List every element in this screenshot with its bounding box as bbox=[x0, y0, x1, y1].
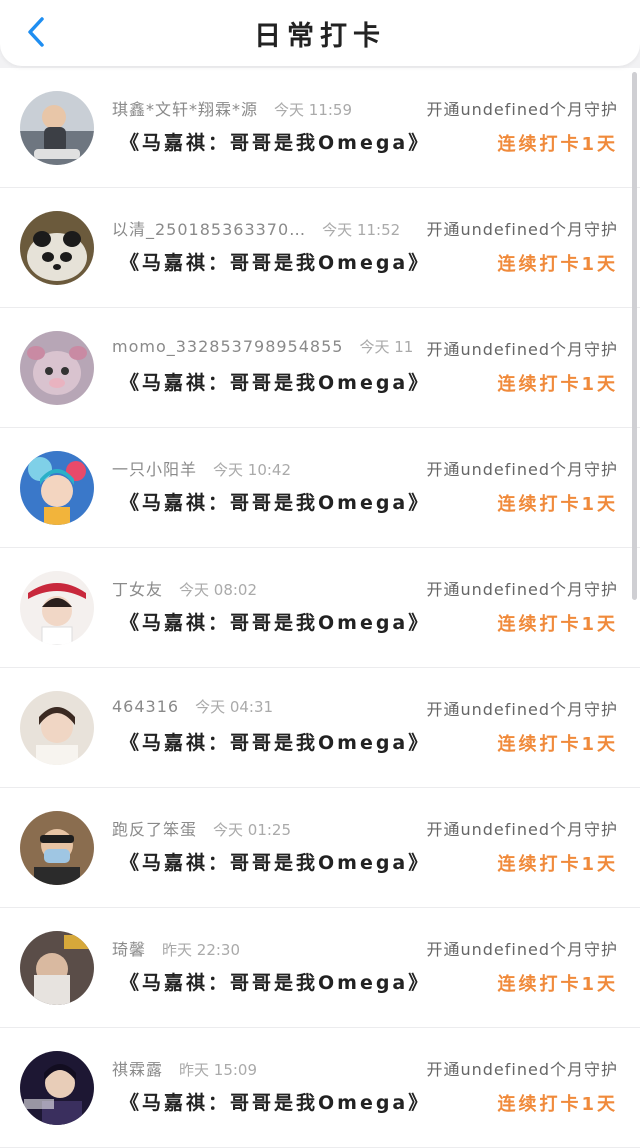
row-meta: 以清_250185363370… 今天 11:52 bbox=[112, 216, 412, 240]
avatar[interactable] bbox=[20, 1051, 94, 1125]
avatar[interactable] bbox=[20, 451, 94, 525]
post-time: 今天 01:25 bbox=[213, 821, 292, 839]
streak-badge: 连续打卡1天 bbox=[497, 614, 618, 635]
streak-badge: 连续打卡1天 bbox=[497, 254, 618, 275]
avatar[interactable] bbox=[20, 331, 94, 405]
checkin-row[interactable]: 丁女友 今天 08:02 开通undefined个月守护 《马嘉祺：哥哥是我Ome… bbox=[0, 548, 640, 668]
streak-badge: 连续打卡1天 bbox=[497, 494, 618, 515]
post-time: 今天 11:59 bbox=[274, 101, 353, 119]
streak-badge: 连续打卡1天 bbox=[497, 374, 618, 395]
checkin-row[interactable]: 祺霖露 昨天 15:09 开通undefined个月守护 《马嘉祺：哥哥是我Ome… bbox=[0, 1028, 640, 1148]
username[interactable]: 跑反了笨蛋 bbox=[112, 820, 197, 839]
avatar[interactable] bbox=[20, 691, 94, 765]
post-title[interactable]: 《马嘉祺：哥哥是我Omega》 bbox=[120, 608, 430, 635]
streak-badge: 连续打卡1天 bbox=[497, 854, 618, 875]
guard-status: 开通undefined个月守护 bbox=[426, 220, 618, 239]
row-meta: 祺霖露 昨天 15:09 bbox=[112, 1056, 412, 1080]
page-title: 日常打卡 bbox=[254, 21, 386, 52]
row-meta: 琪鑫*文轩*翔霖*源 今天 11:59 bbox=[112, 96, 412, 120]
streak-badge: 连续打卡1天 bbox=[497, 734, 618, 755]
row-meta: 琦馨 昨天 22:30 bbox=[112, 936, 412, 960]
row-meta: 464316 今天 04:31 bbox=[112, 696, 412, 717]
guard-status: 开通undefined个月守护 bbox=[426, 700, 618, 719]
streak-badge: 连续打卡1天 bbox=[497, 134, 618, 155]
post-title[interactable]: 《马嘉祺：哥哥是我Omega》 bbox=[120, 1088, 430, 1115]
guard-status: 开通undefined个月守护 bbox=[426, 1060, 618, 1079]
username[interactable]: 琦馨 bbox=[112, 940, 146, 959]
guard-status: 开通undefined个月守护 bbox=[426, 340, 618, 359]
scrollbar[interactable] bbox=[632, 72, 637, 600]
username[interactable]: 琪鑫*文轩*翔霖*源 bbox=[112, 100, 258, 119]
username[interactable]: momo_332853798954855 bbox=[112, 337, 343, 356]
row-meta: momo_332853798954855 今天 11:02 bbox=[112, 336, 412, 357]
username[interactable]: 一只小阳羊 bbox=[112, 460, 197, 479]
post-time: 昨天 22:30 bbox=[162, 941, 241, 959]
checkin-row[interactable]: 跑反了笨蛋 今天 01:25 开通undefined个月守护 《马嘉祺：哥哥是我O… bbox=[0, 788, 640, 908]
row-meta: 丁女友 今天 08:02 bbox=[112, 576, 412, 600]
row-meta: 跑反了笨蛋 今天 01:25 bbox=[112, 816, 412, 840]
checkin-list: 琪鑫*文轩*翔霖*源 今天 11:59 开通undefined个月守护 《马嘉祺：… bbox=[0, 68, 640, 1148]
post-time: 今天 11:02 bbox=[359, 338, 412, 356]
checkin-row[interactable]: 琪鑫*文轩*翔霖*源 今天 11:59 开通undefined个月守护 《马嘉祺：… bbox=[0, 68, 640, 188]
checkin-row[interactable]: 以清_250185363370… 今天 11:52 开通undefined个月守护… bbox=[0, 188, 640, 308]
guard-status: 开通undefined个月守护 bbox=[426, 580, 618, 599]
top-bar: 日常打卡 bbox=[0, 0, 640, 66]
post-title[interactable]: 《马嘉祺：哥哥是我Omega》 bbox=[120, 128, 430, 155]
avatar[interactable] bbox=[20, 91, 94, 165]
username[interactable]: 祺霖露 bbox=[112, 1060, 163, 1079]
guard-status: 开通undefined个月守护 bbox=[426, 940, 618, 959]
checkin-row[interactable]: momo_332853798954855 今天 11:02 开通undefined… bbox=[0, 308, 640, 428]
post-title[interactable]: 《马嘉祺：哥哥是我Omega》 bbox=[120, 728, 430, 755]
post-time: 今天 08:02 bbox=[179, 581, 258, 599]
username[interactable]: 以清_250185363370… bbox=[112, 220, 306, 239]
streak-badge: 连续打卡1天 bbox=[497, 974, 618, 995]
guard-status: 开通undefined个月守护 bbox=[426, 100, 618, 119]
username[interactable]: 丁女友 bbox=[112, 580, 163, 599]
avatar[interactable] bbox=[20, 811, 94, 885]
post-title[interactable]: 《马嘉祺：哥哥是我Omega》 bbox=[120, 488, 430, 515]
streak-badge: 连续打卡1天 bbox=[497, 1094, 618, 1115]
avatar[interactable] bbox=[20, 211, 94, 285]
username[interactable]: 464316 bbox=[112, 697, 179, 716]
post-title[interactable]: 《马嘉祺：哥哥是我Omega》 bbox=[120, 368, 430, 395]
post-time: 今天 04:31 bbox=[195, 698, 274, 716]
avatar[interactable] bbox=[20, 571, 94, 645]
post-time: 昨天 15:09 bbox=[179, 1061, 258, 1079]
post-time: 今天 11:52 bbox=[322, 221, 401, 239]
checkin-row[interactable]: 琦馨 昨天 22:30 开通undefined个月守护 《马嘉祺：哥哥是我Omeg… bbox=[0, 908, 640, 1028]
post-title[interactable]: 《马嘉祺：哥哥是我Omega》 bbox=[120, 248, 430, 275]
guard-status: 开通undefined个月守护 bbox=[426, 820, 618, 839]
post-title[interactable]: 《马嘉祺：哥哥是我Omega》 bbox=[120, 848, 430, 875]
avatar[interactable] bbox=[20, 931, 94, 1005]
guard-status: 开通undefined个月守护 bbox=[426, 460, 618, 479]
row-meta: 一只小阳羊 今天 10:42 bbox=[112, 456, 412, 480]
post-time: 今天 10:42 bbox=[213, 461, 292, 479]
post-title[interactable]: 《马嘉祺：哥哥是我Omega》 bbox=[120, 968, 430, 995]
checkin-row[interactable]: 464316 今天 04:31 开通undefined个月守护 《马嘉祺：哥哥是我… bbox=[0, 668, 640, 788]
checkin-row[interactable]: 一只小阳羊 今天 10:42 开通undefined个月守护 《马嘉祺：哥哥是我O… bbox=[0, 428, 640, 548]
